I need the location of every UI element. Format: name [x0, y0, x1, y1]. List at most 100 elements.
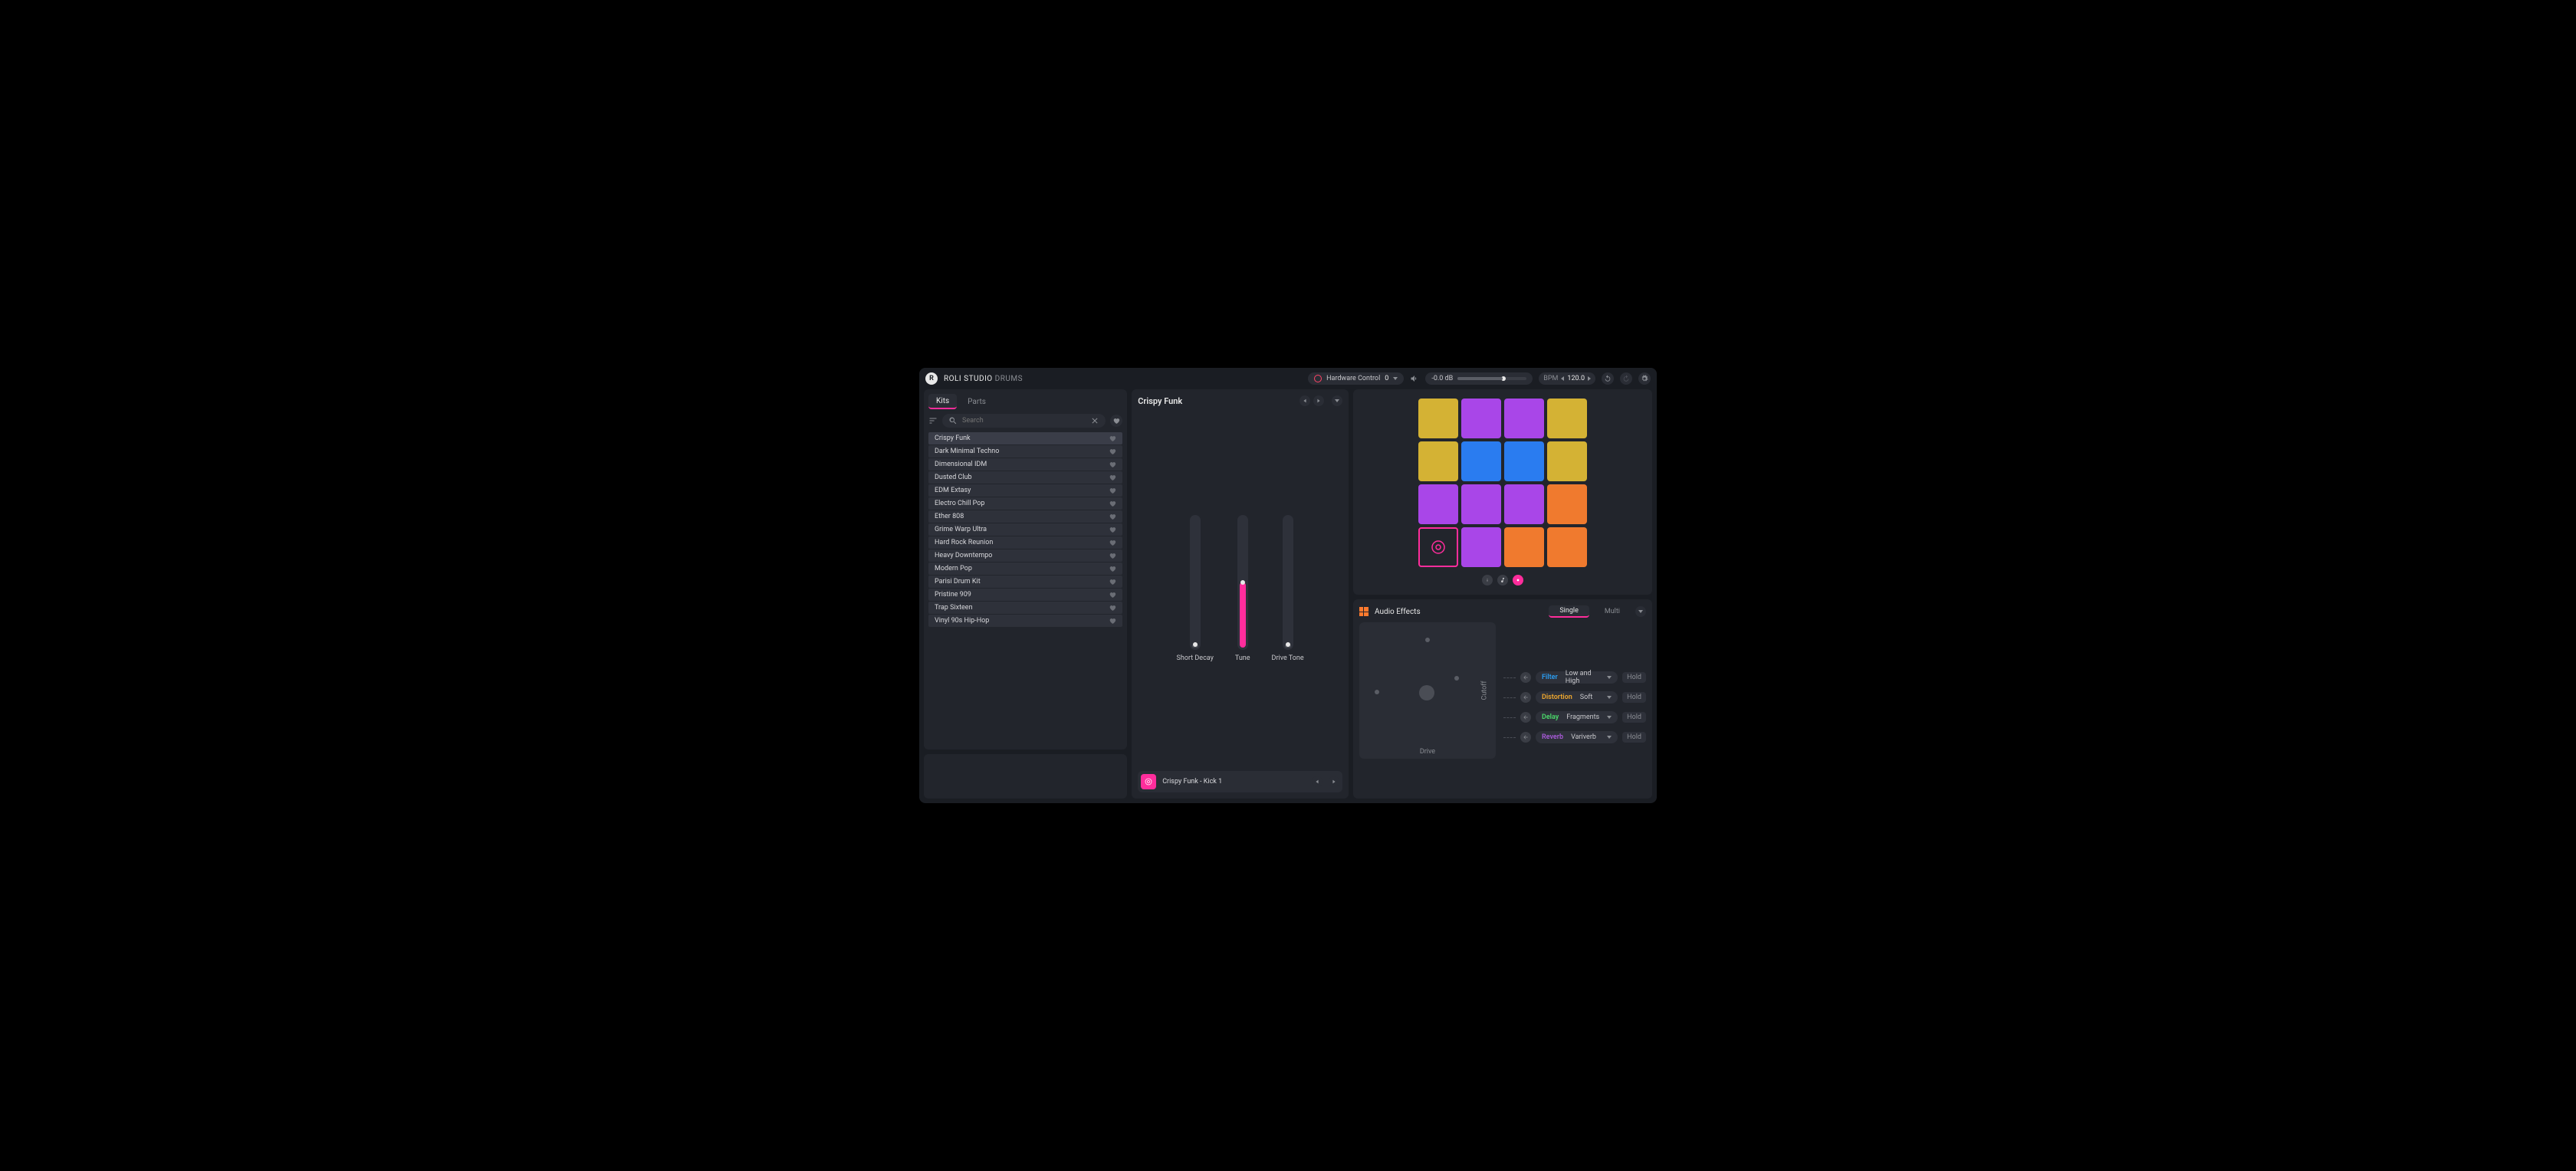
- slider-thumb[interactable]: [1193, 642, 1198, 647]
- drum-pad-selected[interactable]: [1418, 527, 1458, 567]
- heart-icon[interactable]: [1109, 604, 1116, 612]
- kit-row[interactable]: Parisi Drum Kit: [928, 576, 1122, 588]
- drum-pad[interactable]: [1461, 527, 1501, 567]
- clear-search-icon[interactable]: [1090, 416, 1099, 425]
- heart-icon[interactable]: [1109, 513, 1116, 520]
- filter-settings-icon[interactable]: [928, 416, 938, 425]
- heart-icon[interactable]: [1109, 552, 1116, 559]
- kit-row[interactable]: Trap Sixteen: [928, 602, 1122, 614]
- fx-chip[interactable]: Delay Fragments: [1536, 711, 1618, 723]
- drum-pad[interactable]: [1504, 527, 1544, 567]
- fx-preset-label: Variverb: [1571, 733, 1596, 741]
- bpm-increase-icon[interactable]: [1588, 376, 1591, 381]
- heart-icon[interactable]: [1109, 617, 1116, 625]
- macro-slider[interactable]: Short Decay: [1177, 515, 1214, 662]
- xy-cursor[interactable]: [1419, 685, 1434, 700]
- fx-enable-button[interactable]: [1520, 672, 1531, 683]
- slider-track[interactable]: [1190, 515, 1201, 650]
- kit-row[interactable]: Modern Pop: [928, 563, 1122, 575]
- kit-row[interactable]: Dimensional IDM: [928, 458, 1122, 471]
- drum-pad[interactable]: [1504, 441, 1544, 481]
- kit-row[interactable]: Ether 808: [928, 510, 1122, 523]
- kit-row[interactable]: Vinyl 90s Hip-Hop: [928, 615, 1122, 627]
- tab-kits[interactable]: Kits: [928, 394, 957, 409]
- kit-row[interactable]: Hard Rock Reunion: [928, 536, 1122, 549]
- heart-icon[interactable]: [1109, 526, 1116, 533]
- drum-pad[interactable]: [1504, 484, 1544, 524]
- drum-pad[interactable]: [1547, 441, 1587, 481]
- slider-thumb[interactable]: [1286, 642, 1290, 647]
- slider-track[interactable]: [1283, 515, 1293, 650]
- fx-hold-button[interactable]: Hold: [1622, 732, 1646, 743]
- kit-row[interactable]: EDM Extasy: [928, 484, 1122, 497]
- pad-view-info-button[interactable]: [1482, 575, 1493, 586]
- heart-icon[interactable]: [1109, 435, 1116, 442]
- fx-chip[interactable]: Reverb Variverb: [1536, 731, 1618, 743]
- fx-hold-button[interactable]: Hold: [1622, 672, 1646, 683]
- bpm-chip[interactable]: BPM 120.0: [1539, 372, 1595, 385]
- kit-row[interactable]: Crispy Funk: [928, 432, 1122, 444]
- heart-icon[interactable]: [1109, 565, 1116, 572]
- volume-slider[interactable]: [1457, 377, 1526, 380]
- bpm-decrease-icon[interactable]: [1561, 376, 1564, 381]
- next-sample-button[interactable]: [1329, 776, 1339, 787]
- volume-chip[interactable]: -0.0 dB: [1425, 372, 1533, 385]
- kit-row[interactable]: Grime Warp Ultra: [928, 523, 1122, 536]
- pad-view-target-button[interactable]: [1513, 575, 1523, 586]
- kit-row[interactable]: Heavy Downtempo: [928, 549, 1122, 562]
- xy-pad[interactable]: Drive Cutoff: [1359, 622, 1496, 759]
- heart-icon[interactable]: [1109, 448, 1116, 455]
- info-panel: [924, 754, 1127, 799]
- fx-enable-button[interactable]: [1520, 692, 1531, 703]
- fx-hold-button[interactable]: Hold: [1622, 692, 1646, 703]
- heart-icon[interactable]: [1109, 487, 1116, 494]
- fx-tab-single[interactable]: Single: [1549, 605, 1589, 618]
- macro-slider[interactable]: Drive Tone: [1272, 515, 1304, 662]
- slider-track[interactable]: [1237, 515, 1248, 650]
- redo-button[interactable]: [1620, 372, 1632, 385]
- next-kit-button[interactable]: [1313, 395, 1324, 406]
- drum-pad[interactable]: [1461, 399, 1501, 438]
- kit-dropdown-button[interactable]: [1332, 395, 1342, 406]
- drum-pad[interactable]: [1461, 441, 1501, 481]
- drum-pad[interactable]: [1418, 399, 1458, 438]
- drum-pad[interactable]: [1504, 399, 1544, 438]
- slider-thumb[interactable]: [1240, 580, 1245, 585]
- drum-pad[interactable]: [1547, 484, 1587, 524]
- fx-chip[interactable]: Distortion Soft: [1536, 691, 1618, 704]
- kit-row[interactable]: Electro Chill Pop: [928, 497, 1122, 510]
- drum-pad[interactable]: [1418, 484, 1458, 524]
- fx-chip[interactable]: Filter Low and High: [1536, 671, 1618, 684]
- fx-enable-button[interactable]: [1520, 732, 1531, 743]
- prev-sample-button[interactable]: [1312, 776, 1322, 787]
- heart-icon[interactable]: [1109, 539, 1116, 546]
- drum-pad[interactable]: [1547, 399, 1587, 438]
- undo-button[interactable]: [1602, 372, 1614, 385]
- heart-icon[interactable]: [1109, 578, 1116, 586]
- fx-tab-multi[interactable]: Multi: [1594, 606, 1631, 617]
- kit-row[interactable]: Dusted Club: [928, 471, 1122, 484]
- settings-button[interactable]: [1638, 372, 1651, 385]
- fx-hold-button[interactable]: Hold: [1622, 712, 1646, 723]
- volume-icon[interactable]: [1410, 374, 1419, 383]
- macro-slider[interactable]: Tune: [1235, 515, 1250, 662]
- heart-icon[interactable]: [1109, 461, 1116, 468]
- kit-row[interactable]: Pristine 909: [928, 589, 1122, 601]
- search-input[interactable]: [962, 417, 1086, 425]
- drum-pad[interactable]: [1418, 441, 1458, 481]
- favorites-filter-button[interactable]: [1110, 415, 1122, 427]
- sample-name: Crispy Funk - Kick 1: [1162, 778, 1306, 786]
- prev-kit-button[interactable]: [1300, 395, 1310, 406]
- heart-icon[interactable]: [1109, 500, 1116, 507]
- drum-pad[interactable]: [1547, 527, 1587, 567]
- fx-dropdown-button[interactable]: [1635, 606, 1646, 617]
- hardware-control-chip[interactable]: Hardware Control 0: [1308, 372, 1404, 385]
- pad-view-note-button[interactable]: [1497, 575, 1508, 586]
- heart-icon[interactable]: [1109, 591, 1116, 599]
- tab-parts[interactable]: Parts: [960, 394, 994, 409]
- heart-icon[interactable]: [1109, 474, 1116, 481]
- search-box[interactable]: [942, 414, 1106, 428]
- kit-row[interactable]: Dark Minimal Techno: [928, 445, 1122, 458]
- fx-enable-button[interactable]: [1520, 712, 1531, 723]
- drum-pad[interactable]: [1461, 484, 1501, 524]
